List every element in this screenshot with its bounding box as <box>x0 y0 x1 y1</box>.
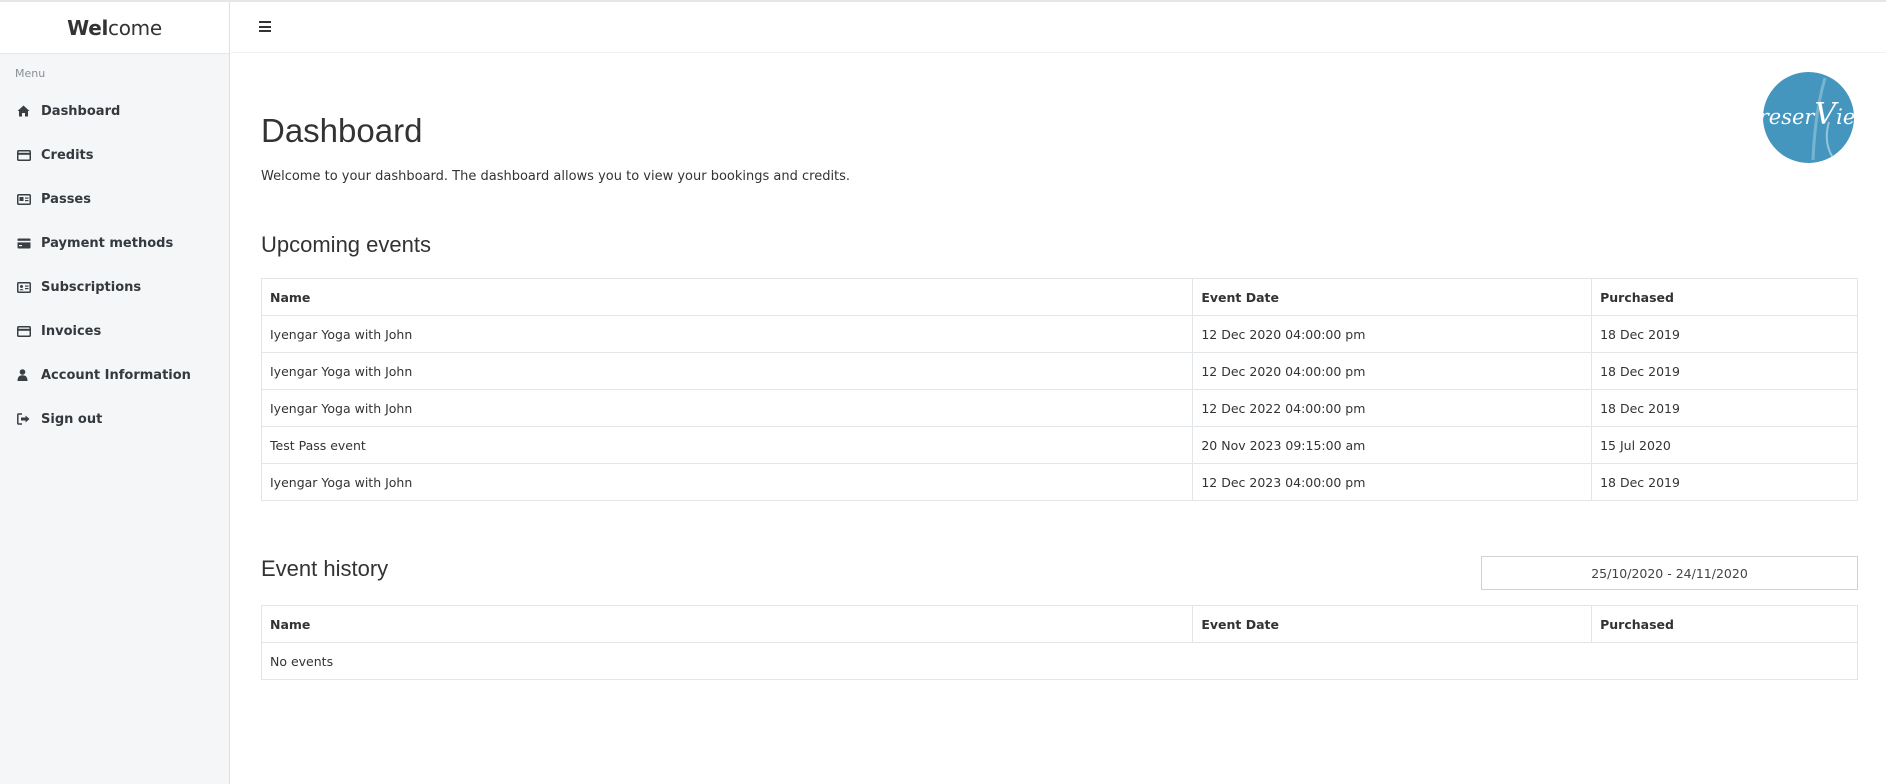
sign-out-icon <box>17 412 34 426</box>
reservie-logo: reserVie <box>1763 72 1854 163</box>
address-card-icon <box>17 280 34 294</box>
hamburger-menu-icon[interactable] <box>259 21 271 32</box>
sidebar-item-label: Subscriptions <box>41 279 142 295</box>
column-header-purchased: Purchased <box>1591 278 1858 316</box>
column-header-event-date: Event Date <box>1192 278 1593 316</box>
column-header-purchased: Purchased <box>1591 605 1858 643</box>
sidebar-item-credits[interactable]: Credits <box>0 133 229 177</box>
brand-title: Wel come <box>0 2 229 54</box>
sidebar-item-dashboard[interactable]: Dashboard <box>0 89 229 133</box>
cell-name: Iyengar Yoga with John <box>260 352 1194 390</box>
sidebar-menu: Dashboard Credits Passes Payment methods… <box>0 89 229 441</box>
sidebar-item-label: Invoices <box>41 323 102 339</box>
table-header-row: Name Event Date Purchased <box>260 278 1858 316</box>
sidebar-item-invoices[interactable]: Invoices <box>0 309 229 353</box>
cell-name: Test Pass event <box>260 426 1194 464</box>
upcoming-events-title: Upcoming events <box>261 232 431 257</box>
sidebar-item-sign-out[interactable]: Sign out <box>0 397 229 441</box>
sidebar-item-label: Passes <box>41 191 91 207</box>
cell-name: Iyengar Yoga with John <box>260 315 1194 353</box>
table-row: No events <box>261 642 1858 680</box>
sidebar-item-label: Sign out <box>41 411 103 427</box>
table-row: Iyengar Yoga with John 12 Dec 2022 04:00… <box>260 389 1858 427</box>
cell-purchased: 18 Dec 2019 <box>1591 315 1858 353</box>
top-bar <box>231 2 1886 53</box>
cell-purchased: 15 Jul 2020 <box>1591 426 1858 464</box>
column-header-name: Name <box>260 278 1194 316</box>
sidebar-item-account-information[interactable]: Account Information <box>0 353 229 397</box>
sidebar-item-label: Dashboard <box>41 103 121 119</box>
id-card-icon <box>17 192 34 206</box>
page-title: Dashboard <box>261 112 423 149</box>
cell-name: Iyengar Yoga with John <box>260 389 1194 427</box>
event-history-table: Name Event Date Purchased No events <box>260 605 1858 680</box>
cell-event-date: 20 Nov 2023 09:15:00 am <box>1192 426 1593 464</box>
brand-bold: Wel <box>67 15 109 40</box>
event-history-title: Event history <box>261 556 389 581</box>
cell-event-date: 12 Dec 2020 04:00:00 pm <box>1192 315 1593 353</box>
date-range-picker[interactable]: 25/10/2020 - 24/11/2020 <box>1481 556 1858 590</box>
user-icon <box>17 368 34 382</box>
table-row: Iyengar Yoga with John 12 Dec 2020 04:00… <box>260 315 1858 353</box>
column-header-name: Name <box>260 605 1194 643</box>
sidebar-item-label: Credits <box>41 147 94 163</box>
cell-event-date: 12 Dec 2023 04:00:00 pm <box>1192 463 1593 501</box>
sidebar-item-label: Account Information <box>41 367 191 383</box>
cell-event-date: 12 Dec 2020 04:00:00 pm <box>1192 352 1593 390</box>
page-subtitle: Welcome to your dashboard. The dashboard… <box>261 169 851 184</box>
table-row: Test Pass event 20 Nov 2023 09:15:00 am … <box>260 426 1858 464</box>
home-icon <box>17 104 34 118</box>
cell-purchased: 18 Dec 2019 <box>1591 352 1858 390</box>
brand-light: come <box>108 15 162 40</box>
column-header-event-date: Event Date <box>1192 605 1593 643</box>
upcoming-events-table: Name Event Date Purchased Iyengar Yoga w… <box>260 278 1858 501</box>
sidebar: Wel come Menu Dashboard Credits Passes Pa… <box>0 2 230 784</box>
table-header-row: Name Event Date Purchased <box>260 605 1858 643</box>
cell-purchased: 18 Dec 2019 <box>1591 389 1858 427</box>
empty-message: No events <box>261 642 1858 680</box>
sidebar-item-label: Payment methods <box>41 235 174 251</box>
cell-event-date: 12 Dec 2022 04:00:00 pm <box>1192 389 1593 427</box>
cell-purchased: 18 Dec 2019 <box>1591 463 1858 501</box>
sidebar-item-passes[interactable]: Passes <box>0 177 229 221</box>
sidebar-item-payment-methods[interactable]: Payment methods <box>0 221 229 265</box>
credit-card-icon <box>17 236 34 250</box>
table-row: Iyengar Yoga with John 12 Dec 2020 04:00… <box>260 352 1858 390</box>
table-row: Iyengar Yoga with John 12 Dec 2023 04:00… <box>260 463 1858 501</box>
credit-card-icon <box>17 148 34 162</box>
svg-text:reserVie: reserVie <box>1763 97 1854 132</box>
credit-card-icon <box>17 324 34 338</box>
menu-label: Menu <box>15 67 46 80</box>
cell-name: Iyengar Yoga with John <box>260 463 1194 501</box>
sidebar-item-subscriptions[interactable]: Subscriptions <box>0 265 229 309</box>
